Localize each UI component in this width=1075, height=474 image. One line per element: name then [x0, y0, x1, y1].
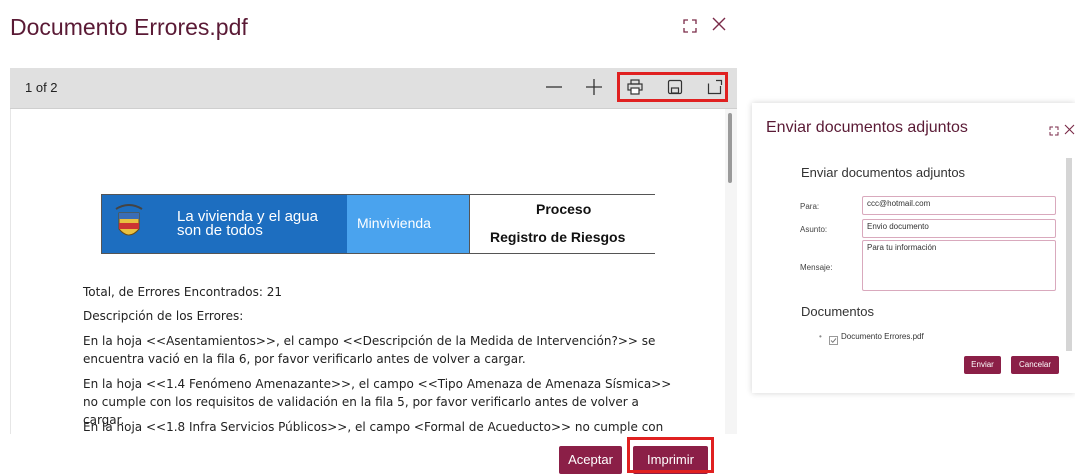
cancel-button[interactable]: Cancelar — [1011, 356, 1059, 374]
documents-heading: Documentos — [801, 304, 874, 319]
dialog-title: Documento Errores.pdf — [10, 14, 248, 40]
slogan-line2: son de todos — [177, 222, 263, 239]
ministry-name: Minvivienda — [357, 215, 431, 231]
minus-icon — [546, 86, 562, 88]
section-title: Enviar documentos adjuntos — [801, 165, 966, 180]
document-page: La vivienda y el agua son de todos Minvi… — [11, 109, 725, 434]
dialog-scrollbar[interactable] — [1066, 158, 1072, 351]
pdf-preview-dialog: Documento Errores.pdf 1 of 2 La vivienda… — [0, 0, 745, 474]
page-counter: 1 of 2 — [25, 80, 58, 95]
errors-heading: Descripción de los Errores: — [83, 309, 244, 323]
document-checkbox[interactable] — [829, 332, 838, 350]
viewer-scrollbar-thumb[interactable] — [728, 113, 732, 183]
toolbar-highlight-box — [617, 72, 728, 102]
print-button-highlight-box — [627, 437, 714, 473]
close-icon[interactable] — [1064, 122, 1075, 140]
send-button[interactable]: Enviar — [964, 356, 1001, 374]
zoom-out-button[interactable] — [545, 78, 563, 101]
error-item: En la hoja <<1.8 Infra Servicios Público… — [83, 420, 664, 434]
total-errors-text: Total, de Errores Encontrados: 21 — [83, 285, 282, 299]
error-item: En la hoja <<Asentamientos>>, el campo <… — [83, 334, 656, 366]
document-item: Documento Errores.pdf — [841, 332, 924, 341]
close-icon[interactable] — [711, 16, 727, 37]
to-field[interactable]: ccc@hotmail.com — [862, 196, 1056, 215]
process-label: Proceso — [536, 201, 592, 217]
plus-icon — [586, 79, 602, 95]
checkbox-icon — [829, 336, 838, 345]
list-bullet: • — [819, 332, 822, 341]
document-header: La vivienda y el agua son de todos Minvi… — [101, 194, 655, 254]
expand-icon[interactable] — [683, 18, 697, 38]
subject-label: Asunto: — [800, 225, 828, 234]
zoom-in-button[interactable] — [585, 78, 603, 101]
dialog-title: Enviar documentos adjuntos — [766, 119, 968, 136]
expand-icon[interactable] — [1049, 123, 1059, 141]
process-block: Proceso Registro de Riesgos — [469, 195, 655, 253]
viewer-toolbar: 1 of 2 — [10, 68, 737, 109]
pdf-viewer: 1 of 2 La vivienda y el agua son de todo… — [10, 68, 737, 434]
header-brand-block: La vivienda y el agua son de todos — [102, 195, 347, 253]
send-attachments-dialog: Enviar documentos adjuntos Enviar docume… — [752, 103, 1075, 393]
ministry-block: Minvivienda — [347, 195, 469, 253]
subject-field[interactable]: Envio documento — [862, 219, 1056, 238]
coat-of-arms-logo — [115, 204, 143, 236]
process-name: Registro de Riesgos — [490, 229, 626, 245]
message-field[interactable]: Para tu información — [862, 240, 1056, 291]
to-label: Para: — [800, 202, 820, 211]
message-label: Mensaje: — [800, 263, 833, 272]
